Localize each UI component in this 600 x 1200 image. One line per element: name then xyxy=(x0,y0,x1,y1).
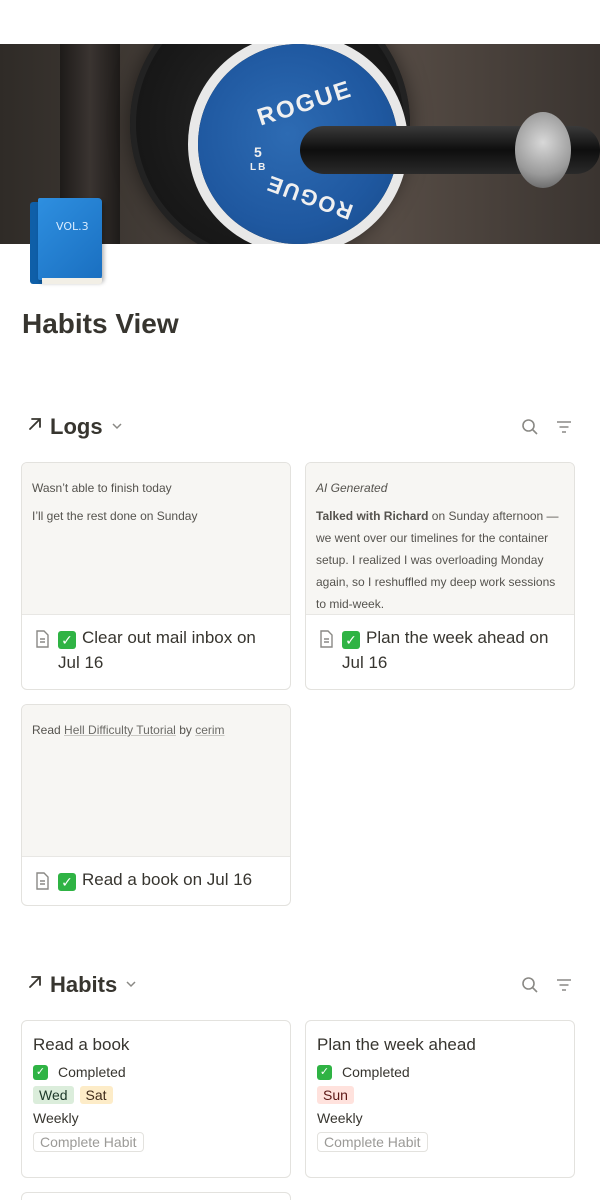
linked-database-arrow-icon[interactable] xyxy=(26,973,48,997)
habit-status: ✓ Completed xyxy=(22,1055,290,1080)
plate-unit: LB xyxy=(250,162,268,173)
filter-icon[interactable] xyxy=(554,975,574,995)
habit-card[interactable]: Read a book ✓ Completed Wed Sat Weekly Co… xyxy=(21,1020,291,1178)
card-preview: AI Generated Talked with Richard on Sund… xyxy=(306,463,574,615)
logs-section-header: Logs xyxy=(22,412,578,442)
page-title: Habits View xyxy=(22,308,179,339)
habit-card[interactable] xyxy=(21,1192,291,1200)
card-preview: Wasn’t able to finish today I’ll get the… xyxy=(22,463,290,615)
top-bar xyxy=(0,0,600,44)
habit-status: ✓ Completed xyxy=(306,1055,574,1080)
card-title: ✓ Read a book on Jul 16 xyxy=(58,867,252,892)
check-mark-icon: ✓ xyxy=(317,1064,332,1080)
filter-icon[interactable] xyxy=(554,417,574,437)
log-card[interactable]: AI Generated Talked with Richard on Sund… xyxy=(305,462,575,690)
logs-title[interactable]: Logs xyxy=(50,414,103,440)
day-tag-sun: Sun xyxy=(317,1086,354,1104)
blue-book-icon[interactable]: VOL.3 xyxy=(30,198,104,286)
plate-brand-bottom: ROGUE xyxy=(262,170,357,225)
preview-link[interactable]: Hell Difficulty Tutorial xyxy=(64,723,176,737)
habit-card[interactable]: Plan the week ahead ✓ Completed Sun Weekl… xyxy=(305,1020,575,1178)
card-title: ✓ Plan the week ahead on Jul 16 xyxy=(342,628,549,672)
cover-barbell-end xyxy=(515,112,571,188)
preview-bold: Talked with Richard xyxy=(316,509,429,523)
day-tag-wed: Wed xyxy=(33,1086,74,1104)
plate-brand-top: ROGUE xyxy=(254,75,356,132)
check-mark-icon: ✓ xyxy=(342,631,360,649)
habit-name: Plan the week ahead xyxy=(317,1035,476,1054)
search-icon[interactable] xyxy=(520,417,540,437)
preview-link[interactable]: cerim xyxy=(195,723,224,737)
book-volume-label: VOL.3 xyxy=(56,220,89,233)
habit-frequency: Weekly xyxy=(317,1110,363,1126)
day-tag-sat: Sat xyxy=(79,1086,113,1104)
habits-title[interactable]: Habits xyxy=(50,972,117,998)
preview-paragraph: Talked with Richard on Sunday afternoon … xyxy=(316,509,559,611)
document-icon xyxy=(32,871,52,891)
log-card[interactable]: Read Hell Difficulty Tutorial by cerim ✓… xyxy=(21,704,291,906)
card-title: ✓ Clear out mail inbox on Jul 16 xyxy=(58,628,256,672)
habits-section-header: Habits xyxy=(22,970,578,1000)
chevron-down-icon[interactable] xyxy=(125,978,137,993)
linked-database-arrow-icon[interactable] xyxy=(26,415,48,439)
ai-generated-heading: AI Generated xyxy=(316,481,388,495)
habit-frequency: Weekly xyxy=(33,1110,79,1126)
log-card[interactable]: Wasn’t able to finish today I’ll get the… xyxy=(21,462,291,690)
chevron-down-icon[interactable] xyxy=(111,420,123,435)
search-icon[interactable] xyxy=(520,975,540,995)
document-icon xyxy=(32,629,52,649)
document-icon xyxy=(316,629,336,649)
card-preview: Read Hell Difficulty Tutorial by cerim xyxy=(22,705,290,857)
plate-weight: 5 xyxy=(254,144,264,160)
complete-habit-button[interactable]: Complete Habit xyxy=(33,1132,144,1152)
check-mark-icon: ✓ xyxy=(58,631,76,649)
habit-name: Read a book xyxy=(33,1035,130,1054)
check-mark-icon: ✓ xyxy=(58,873,76,891)
check-mark-icon: ✓ xyxy=(33,1064,48,1080)
complete-habit-button[interactable]: Complete Habit xyxy=(317,1132,428,1152)
